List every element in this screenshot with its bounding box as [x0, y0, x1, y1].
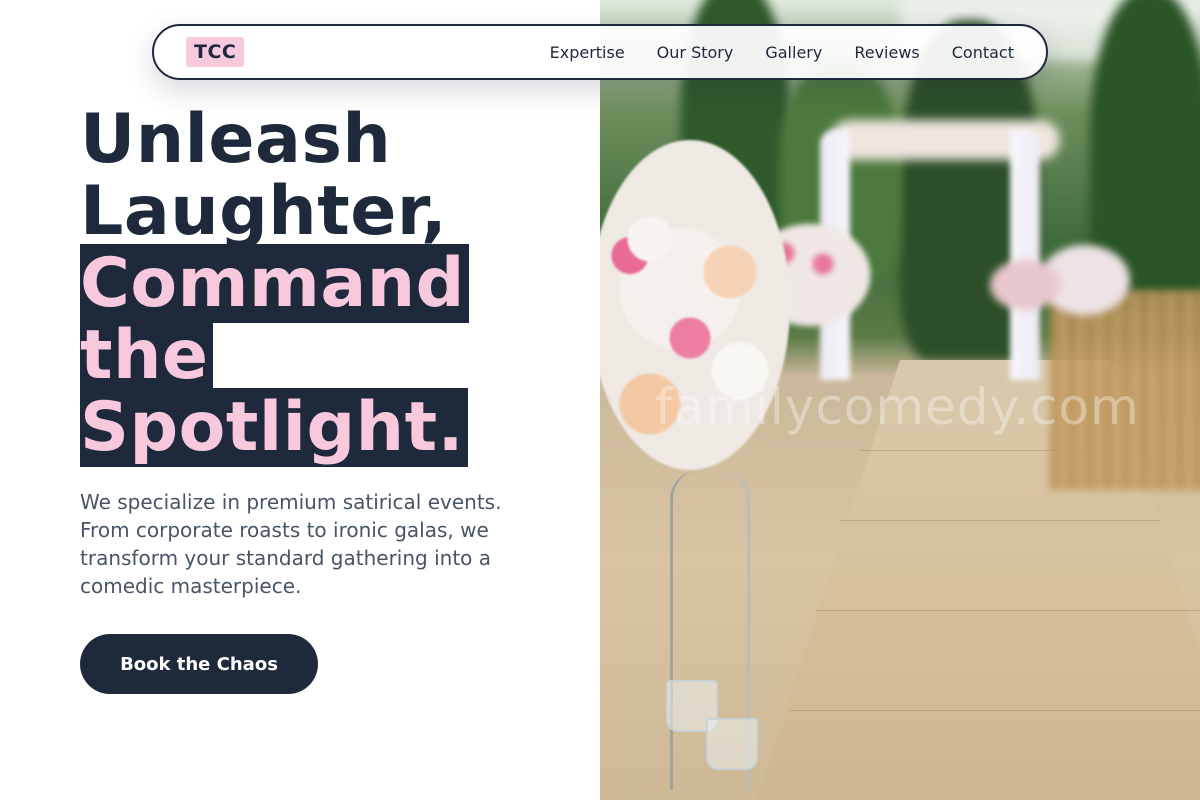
nav-link-contact[interactable]: Contact	[952, 43, 1014, 62]
nav-links: Expertise Our Story Gallery Reviews Cont…	[550, 43, 1014, 62]
hero-description: We specialize in premium satirical event…	[80, 490, 502, 598]
nav-link-gallery[interactable]: Gallery	[765, 43, 822, 62]
headline-line-1: Unleash	[80, 100, 392, 179]
headline-line-2: Laughter,	[80, 172, 448, 251]
nav-link-expertise[interactable]: Expertise	[550, 43, 625, 62]
top-navbar: TCC Expertise Our Story Gallery Reviews …	[152, 24, 1048, 80]
photo-watermark: familycomedy.com	[655, 378, 1140, 436]
page: familycomedy.com TCC Expertise Our Story…	[0, 0, 1200, 800]
nav-link-our-story[interactable]: Our Story	[657, 43, 734, 62]
book-the-chaos-button[interactable]: Book the Chaos	[80, 634, 318, 694]
hero-headline: Unleash Laughter, Command the Spotlight.	[80, 100, 520, 467]
brand-logo[interactable]: TCC	[186, 37, 245, 67]
hero-photo: familycomedy.com	[600, 0, 1200, 800]
headline-highlight: Command the Spotlight.	[80, 244, 469, 467]
nav-link-reviews[interactable]: Reviews	[854, 43, 919, 62]
hero-section: Unleash Laughter, Command the Spotlight.…	[80, 104, 520, 694]
